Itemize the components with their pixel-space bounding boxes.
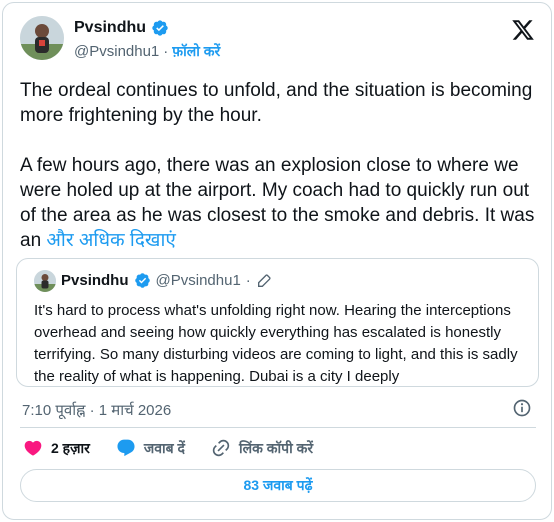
action-bar: 2 हज़ार जवाब दें लिंक कॉपी करें (23, 438, 339, 458)
author-handle[interactable]: @Pvsindhu1 (74, 43, 159, 60)
separator-dot: · (163, 43, 169, 60)
author-handle-row: @Pvsindhu1 · फ़ॉलो करें (74, 42, 220, 61)
verified-badge-icon (134, 273, 150, 288)
tweet-body: The ordeal continues to unfold, and the … (20, 80, 535, 251)
separator-dot: · (245, 272, 251, 289)
tweet-card: Pvsindhu @Pvsindhu1 · फ़ॉलो करें The ord… (2, 2, 552, 520)
author-name[interactable]: Pvsindhu (74, 19, 146, 37)
quoted-author-avatar (34, 270, 56, 292)
tweet-text: The ordeal continues to unfold, and the … (20, 78, 540, 253)
x-logo-icon[interactable] (511, 18, 535, 42)
copy-link-label: लिंक कॉपी करें (238, 439, 314, 456)
reply-icon (117, 439, 135, 457)
like-button[interactable]: 2 हज़ार (23, 438, 90, 458)
copy-link-button[interactable]: लिंक कॉपी करें (211, 438, 313, 458)
read-replies-button[interactable]: 83 जवाब पढ़ें (20, 469, 536, 502)
quoted-author-handle: @Pvsindhu1 (155, 272, 241, 289)
verified-badge-icon (152, 20, 168, 36)
author-name-row[interactable]: Pvsindhu (74, 19, 169, 37)
tweet-timestamp[interactable]: 7:10 पूर्वाह्न · 1 मार्च 2026 (22, 400, 171, 420)
quoted-tweet[interactable]: Pvsindhu @Pvsindhu1 · It's hard to proce… (16, 258, 539, 387)
reply-label: जवाब दें (143, 439, 185, 456)
heart-icon (24, 440, 42, 456)
show-more-link[interactable]: और अधिक दिखाएं (46, 230, 175, 251)
author-avatar[interactable] (20, 16, 64, 60)
edit-pencil-icon (257, 273, 271, 287)
info-icon[interactable] (512, 398, 532, 418)
reply-button[interactable]: जवाब दें (116, 438, 185, 458)
like-count: 2 हज़ार (51, 439, 90, 456)
divider (20, 427, 536, 428)
link-icon (212, 439, 230, 457)
quoted-header: Pvsindhu @Pvsindhu1 · (61, 272, 272, 289)
quoted-author-name: Pvsindhu (61, 272, 129, 289)
quoted-tweet-text: It's hard to process what's unfolding ri… (34, 302, 518, 385)
follow-button[interactable]: फ़ॉलो करें (172, 42, 220, 61)
